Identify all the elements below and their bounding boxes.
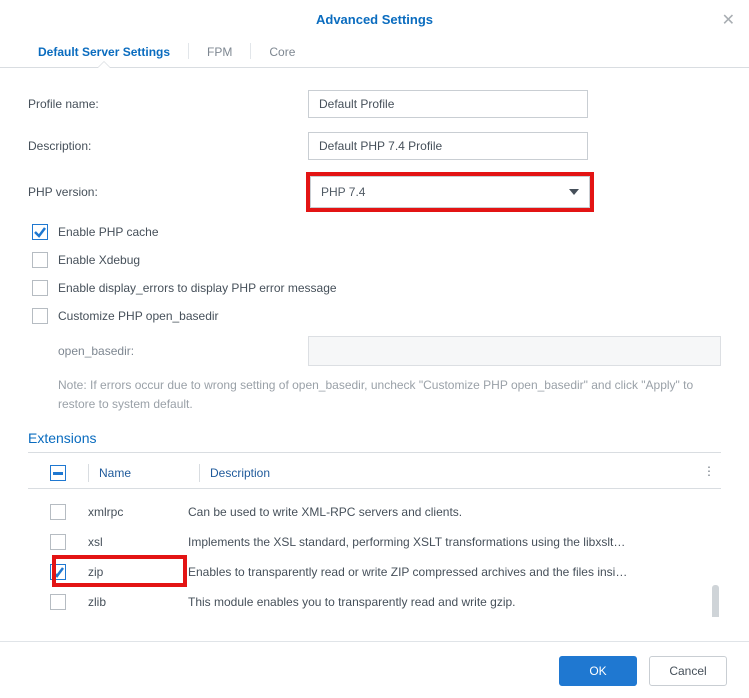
table-row[interactable]: xsl Implements the XSL standard, perform… bbox=[28, 527, 721, 557]
scrollbar-thumb[interactable] bbox=[712, 585, 719, 617]
row-description: Description: bbox=[28, 132, 721, 160]
php-version-select[interactable]: PHP 7.4 bbox=[310, 176, 590, 208]
close-icon[interactable]: ✕ bbox=[722, 10, 735, 30]
row-php-version: PHP version: PHP 7.4 bbox=[28, 174, 721, 210]
checkbox-enable-cache[interactable] bbox=[32, 224, 48, 240]
tab-content: Profile name: Description: PHP version: … bbox=[0, 68, 749, 627]
checkbox-ext[interactable] bbox=[50, 534, 66, 550]
description-input[interactable] bbox=[308, 132, 588, 160]
php-version-value: PHP 7.4 bbox=[321, 185, 365, 199]
dialog-header: Advanced Settings ✕ bbox=[0, 0, 749, 35]
ext-name: zlib bbox=[88, 595, 188, 609]
ext-desc: Enables to transparently read or write Z… bbox=[188, 565, 721, 579]
column-header-name[interactable]: Name bbox=[99, 466, 199, 480]
tab-bar: Default Server Settings FPM Core bbox=[0, 35, 749, 68]
chevron-down-icon bbox=[569, 189, 579, 195]
table-row[interactable]: xmlrpc Can be used to write XML-RPC serv… bbox=[28, 497, 721, 527]
dialog-title: Advanced Settings bbox=[316, 12, 433, 27]
ext-name: zip bbox=[88, 565, 188, 579]
label-description: Description: bbox=[28, 139, 308, 153]
dialog-footer: OK Cancel bbox=[0, 642, 749, 698]
label-php-version: PHP version: bbox=[28, 185, 308, 199]
profile-name-input[interactable] bbox=[308, 90, 588, 118]
row-enable-cache[interactable]: Enable PHP cache bbox=[32, 224, 721, 240]
tab-core[interactable]: Core bbox=[251, 35, 313, 67]
table-body: xmlrpc Can be used to write XML-RPC serv… bbox=[28, 489, 721, 617]
col-separator bbox=[88, 464, 89, 482]
tab-default-server-settings[interactable]: Default Server Settings bbox=[20, 35, 188, 67]
table-row-clipped bbox=[28, 489, 721, 497]
row-open-basedir: open_basedir: bbox=[58, 336, 721, 366]
label-profile-name: Profile name: bbox=[28, 97, 308, 111]
cancel-button[interactable]: Cancel bbox=[649, 656, 727, 686]
row-enable-display-errors[interactable]: Enable display_errors to display PHP err… bbox=[32, 280, 721, 296]
ext-desc: This module enables you to transparently… bbox=[188, 595, 721, 609]
ok-button[interactable]: OK bbox=[559, 656, 637, 686]
header-checkbox-cell bbox=[28, 465, 88, 481]
checkbox-ext[interactable] bbox=[50, 594, 66, 610]
row-enable-xdebug[interactable]: Enable Xdebug bbox=[32, 252, 721, 268]
checkbox-enable-xdebug[interactable] bbox=[32, 252, 48, 268]
highlight-php-version: PHP 7.4 bbox=[308, 174, 592, 210]
table-row[interactable]: zlib This module enables you to transpar… bbox=[28, 587, 721, 617]
open-basedir-input bbox=[308, 336, 721, 366]
ext-desc: Implements the XSL standard, performing … bbox=[188, 535, 721, 549]
col-separator bbox=[199, 464, 200, 482]
ext-name: xsl bbox=[88, 535, 188, 549]
checkbox-ext[interactable] bbox=[50, 564, 66, 580]
open-basedir-note: Note: If errors occur due to wrong setti… bbox=[58, 376, 721, 414]
checkbox-ext[interactable] bbox=[50, 504, 66, 520]
checkbox-customize-open-basedir[interactable] bbox=[32, 308, 48, 324]
kebab-menu-icon[interactable]: ⋮ bbox=[703, 464, 715, 478]
table-header: Name Description ⋮ bbox=[28, 457, 721, 489]
dialog: Advanced Settings ✕ Default Server Setti… bbox=[0, 0, 749, 698]
label-enable-display-errors: Enable display_errors to display PHP err… bbox=[58, 281, 337, 295]
tab-fpm[interactable]: FPM bbox=[189, 35, 250, 67]
column-header-description[interactable]: Description bbox=[210, 466, 721, 480]
row-profile-name: Profile name: bbox=[28, 90, 721, 118]
label-open-basedir: open_basedir: bbox=[58, 344, 308, 358]
checkbox-enable-display-errors[interactable] bbox=[32, 280, 48, 296]
table-row[interactable]: zip Enables to transparently read or wri… bbox=[28, 557, 721, 587]
label-customize-open-basedir: Customize PHP open_basedir bbox=[58, 309, 219, 323]
extensions-table: Name Description ⋮ xmlrpc Can be used to… bbox=[28, 457, 721, 617]
checkbox-select-all[interactable] bbox=[50, 465, 66, 481]
label-enable-cache: Enable PHP cache bbox=[58, 225, 159, 239]
label-enable-xdebug: Enable Xdebug bbox=[58, 253, 140, 267]
ext-desc: Can be used to write XML-RPC servers and… bbox=[188, 505, 721, 519]
row-customize-open-basedir[interactable]: Customize PHP open_basedir bbox=[32, 308, 721, 324]
ext-name: xmlrpc bbox=[88, 505, 188, 519]
extensions-title: Extensions bbox=[28, 420, 721, 453]
